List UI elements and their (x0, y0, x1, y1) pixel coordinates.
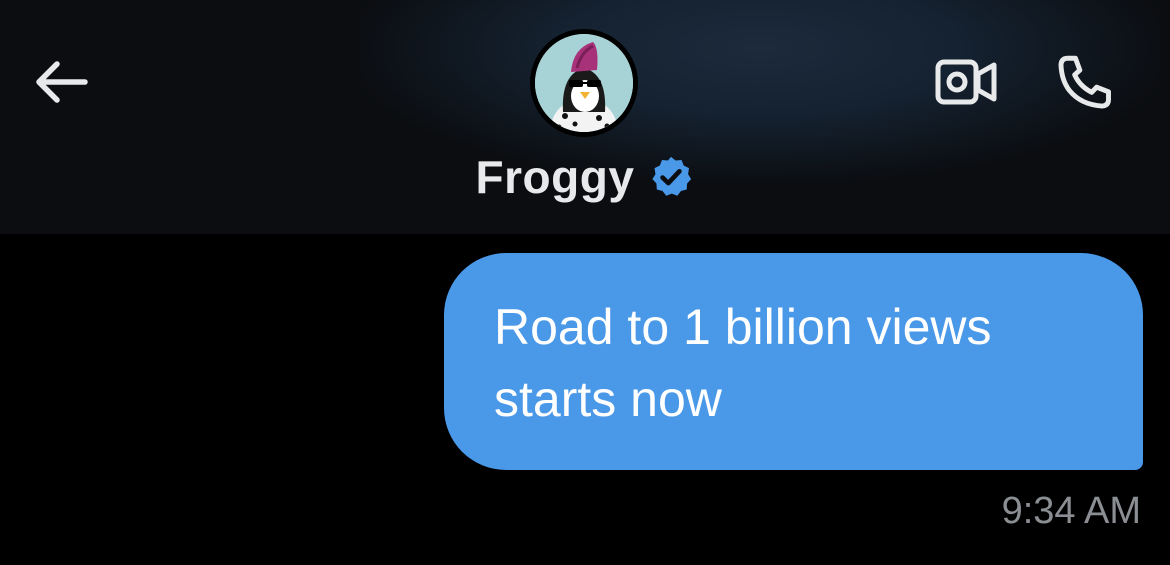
video-camera-icon (935, 59, 997, 105)
avatar-image (535, 34, 633, 132)
message-text: Road to 1 billion views starts now (494, 299, 992, 427)
video-call-button[interactable] (926, 52, 1006, 112)
contact-name-row[interactable]: Froggy (0, 150, 1170, 204)
back-button[interactable] (26, 52, 96, 112)
contact-name: Froggy (475, 151, 635, 203)
message-timestamp: 9:34 AM (1001, 490, 1141, 532)
voice-call-button[interactable] (1050, 48, 1120, 116)
verified-badge-icon (652, 156, 692, 196)
back-arrow-icon (36, 61, 88, 103)
avatar[interactable] (530, 29, 638, 137)
conversation-header: Froggy (0, 0, 1170, 234)
message-bubble[interactable]: Road to 1 billion views starts now (444, 253, 1143, 470)
phone-icon (1058, 55, 1111, 109)
